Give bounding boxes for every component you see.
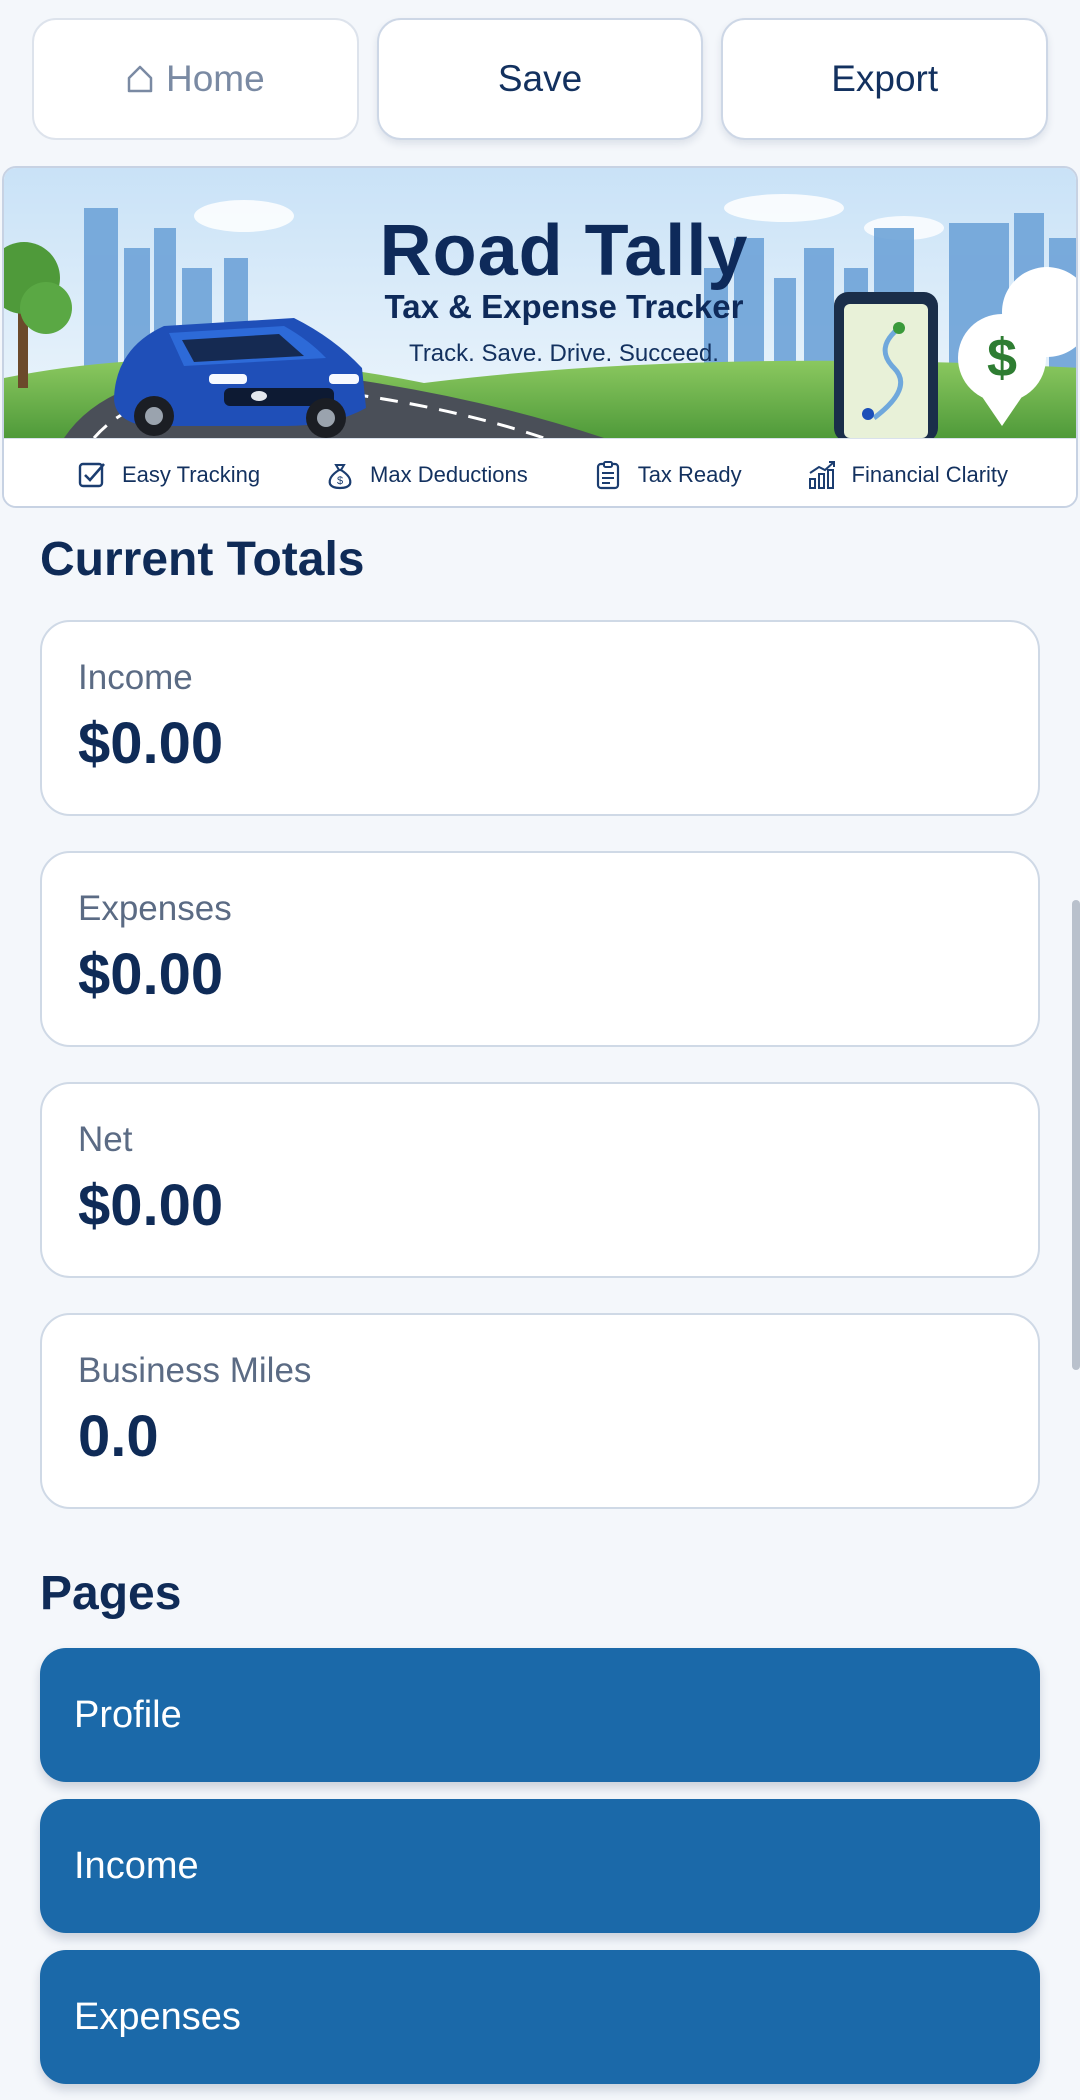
feature-tax-ready: Tax Ready: [592, 459, 742, 491]
feature-label: Tax Ready: [637, 461, 742, 487]
banner-subtitle: Tax & Expense Tracker: [384, 288, 744, 325]
home-button[interactable]: Home: [32, 18, 359, 140]
pages-heading: Pages: [40, 1567, 182, 1620]
page-button-label: Income: [74, 1844, 199, 1887]
stat-value: $0.00: [78, 942, 224, 1007]
stat-label: Expenses: [78, 889, 232, 928]
current-totals-heading: Current Totals: [40, 533, 365, 586]
growth-chart-icon: [808, 460, 835, 489]
checkbox-icon: [78, 462, 105, 487]
feature-label: Max Deductions: [370, 461, 528, 487]
stat-value: 0.0: [78, 1404, 159, 1469]
export-button-label: Export: [831, 58, 939, 99]
expenses-page-button[interactable]: Expenses: [40, 1950, 1040, 2084]
feature-strip: Easy Tracking $ Max Deductions Tax Ready…: [4, 438, 1076, 506]
expenses-total-card: Expenses $0.00: [40, 851, 1040, 1047]
stat-label: Net: [78, 1120, 133, 1159]
save-button[interactable]: Save: [376, 18, 704, 140]
feature-easy-tracking: Easy Tracking: [76, 459, 260, 491]
svg-text:$: $: [337, 475, 343, 487]
banner-title: Road Tally: [379, 211, 749, 291]
net-total-card: Net $0.00: [40, 1082, 1040, 1278]
feature-label: Easy Tracking: [121, 461, 261, 487]
stat-value: $0.00: [78, 711, 224, 776]
page-button-label: Expenses: [74, 1995, 241, 2038]
feature-financial-clarity: Financial Clarity: [806, 459, 1009, 491]
scrollbar[interactable]: [1072, 900, 1080, 1370]
profile-page-button[interactable]: Profile: [40, 1648, 1040, 1782]
stat-label: Income: [78, 658, 193, 697]
home-button-label: Home: [165, 58, 265, 99]
feature-label: Financial Clarity: [851, 461, 1009, 487]
stat-value: $0.00: [78, 1173, 224, 1238]
income-total-card: Income $0.00: [40, 620, 1040, 816]
income-page-button[interactable]: Income: [40, 1799, 1040, 1933]
home-icon: [126, 64, 154, 94]
save-button-label: Save: [497, 58, 583, 99]
page-button-label: Profile: [74, 1693, 182, 1736]
banner-tagline: Track. Save. Drive. Succeed.: [409, 340, 719, 367]
svg-text:$: $: [987, 328, 1017, 388]
app-screen: Home Save Export $ Road Tally Tax & Expe…: [0, 0, 1080, 2100]
clipboard-icon: [596, 460, 619, 489]
money-bag-icon: $: [328, 463, 352, 489]
business-miles-card: Business Miles 0.0: [40, 1313, 1040, 1509]
export-button[interactable]: Export: [721, 18, 1049, 140]
top-toolbar: Home Save Export: [32, 18, 1049, 140]
feature-max-deductions: $ Max Deductions: [324, 459, 528, 491]
stat-label: Business Miles: [78, 1351, 312, 1390]
hero-banner: $ Road Tally Tax & Expense Tracker Track…: [2, 166, 1078, 508]
